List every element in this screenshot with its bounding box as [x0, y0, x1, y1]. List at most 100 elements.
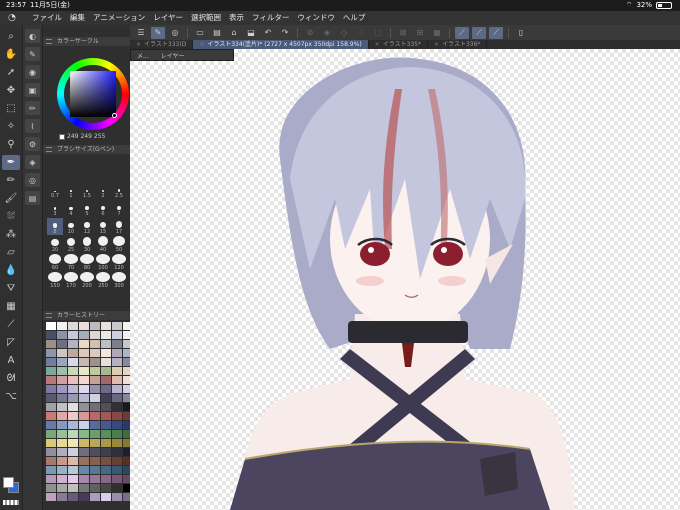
merge-icon[interactable]: ♢ — [354, 27, 368, 39]
brush-size-cell[interactable]: 100 — [95, 254, 111, 271]
color-history-swatch[interactable] — [46, 493, 56, 501]
figure-tool-icon[interactable]: ⟋ — [2, 317, 20, 332]
color-history-swatch[interactable] — [57, 466, 67, 474]
menu-window[interactable]: ウィンドウ — [293, 11, 339, 25]
pen-tool-icon[interactable]: ✒ — [2, 155, 20, 170]
airbrush-tool-icon[interactable]: ⛆ — [2, 209, 20, 224]
brush-size-cell[interactable]: 60 — [47, 254, 63, 271]
color-history-swatch[interactable] — [46, 331, 56, 339]
color-history-swatch[interactable] — [112, 385, 122, 393]
navigator-icon[interactable]: ◎ — [25, 173, 40, 187]
operation-tool-icon[interactable]: ➚ — [2, 65, 20, 80]
brush-size-cell[interactable]: 2.5 — [111, 182, 127, 199]
color-history-swatch[interactable] — [79, 394, 89, 402]
frame-tool-icon[interactable]: ◸ — [2, 335, 20, 350]
ink-subtool-icon[interactable]: ◉ — [25, 65, 40, 79]
color-history-swatch[interactable] — [90, 385, 100, 393]
menu-filter[interactable]: フィルター — [248, 11, 293, 25]
color-history-swatch[interactable] — [68, 367, 78, 375]
brush-size-cell[interactable]: 2 — [95, 182, 111, 199]
hamburger-menu-icon[interactable]: ☰ — [134, 27, 148, 39]
color-history-swatch[interactable] — [79, 475, 89, 483]
tool-property-icon[interactable]: ⚙ — [25, 137, 40, 151]
color-history-swatch[interactable] — [101, 475, 111, 483]
color-history-swatch[interactable] — [79, 412, 89, 420]
brush-size-cell[interactable]: 7 — [111, 200, 127, 217]
pencil-subtool-icon[interactable]: ✏ — [25, 101, 40, 115]
color-history-swatch[interactable] — [68, 349, 78, 357]
color-history-swatch[interactable] — [57, 394, 67, 402]
color-history-swatch[interactable] — [46, 367, 56, 375]
color-history-swatch[interactable] — [112, 439, 122, 447]
brush-size-cell[interactable]: 3 — [47, 200, 63, 217]
color-history-swatch[interactable] — [57, 430, 67, 438]
snap-special-ruler-icon[interactable]: ⟋ — [472, 26, 486, 39]
color-wheel[interactable] — [57, 58, 129, 130]
edit-toggle-icon[interactable]: ✎ — [151, 26, 165, 39]
blend-tool-icon[interactable]: 💧 — [2, 263, 20, 278]
auto-select-icon[interactable]: ✧ — [2, 119, 20, 134]
brush-size-cell[interactable]: 30 — [79, 236, 95, 253]
color-history-swatch[interactable] — [46, 340, 56, 348]
color-history-swatch[interactable] — [68, 322, 78, 330]
menu-layer[interactable]: レイヤー — [149, 11, 187, 25]
brush-size-cell[interactable]: 200 — [79, 272, 95, 289]
brush-size-cell[interactable]: 10 — [63, 218, 79, 235]
color-history-swatch[interactable] — [90, 358, 100, 366]
color-history-swatch[interactable] — [46, 376, 56, 384]
color-history-swatch[interactable] — [101, 376, 111, 384]
menu-view[interactable]: 表示 — [225, 11, 248, 25]
color-history-swatch[interactable] — [90, 484, 100, 492]
color-history-swatch[interactable] — [79, 403, 89, 411]
color-history-swatch[interactable] — [101, 403, 111, 411]
color-history-swatch[interactable] — [79, 421, 89, 429]
color-history-swatch[interactable] — [68, 457, 78, 465]
color-history-swatch[interactable] — [101, 340, 111, 348]
brush-size-cell[interactable]: 70 — [63, 254, 79, 271]
color-history-swatch[interactable] — [46, 394, 56, 402]
close-icon[interactable]: ✕ — [199, 40, 204, 49]
color-history-swatch[interactable] — [46, 358, 56, 366]
color-history-swatch[interactable] — [101, 349, 111, 357]
save-icon[interactable]: ⌂ — [227, 27, 241, 39]
color-history-swatch[interactable] — [79, 439, 89, 447]
color-history-swatch[interactable] — [101, 421, 111, 429]
menu-selection[interactable]: 選択範囲 — [187, 11, 225, 25]
sub-view-popup[interactable]: メ... レイヤー — [130, 49, 234, 61]
color-history-swatch[interactable] — [101, 358, 111, 366]
marker-subtool-icon[interactable]: ▣ — [25, 83, 40, 97]
color-history-swatch[interactable] — [90, 466, 100, 474]
eyedropper-icon[interactable]: ⚲ — [2, 137, 20, 152]
brush-size-cell[interactable]: 40 — [95, 236, 111, 253]
color-history-swatch[interactable] — [112, 457, 122, 465]
brush-size-cell[interactable]: 12 — [79, 218, 95, 235]
color-history-swatch[interactable] — [112, 421, 122, 429]
pencil-tool-icon[interactable]: ✏ — [2, 173, 20, 188]
color-history-swatch[interactable] — [112, 331, 122, 339]
color-history-swatch[interactable] — [46, 403, 56, 411]
eraser-tool-icon[interactable]: ▱ — [2, 245, 20, 260]
color-history-swatch[interactable] — [101, 457, 111, 465]
pen-subtool-icon[interactable]: ◐ — [25, 29, 40, 43]
move-layer-icon[interactable]: ✥ — [2, 83, 20, 98]
popup-left-label[interactable]: メ... — [131, 51, 155, 60]
color-history-swatch[interactable] — [57, 412, 67, 420]
snap-icon[interactable]: ⊠ — [396, 27, 410, 39]
color-history-swatch[interactable] — [90, 421, 100, 429]
color-history-swatch[interactable] — [68, 484, 78, 492]
color-history-swatch[interactable] — [68, 340, 78, 348]
color-history-swatch[interactable] — [101, 322, 111, 330]
brush-size-cell[interactable]: 20 — [47, 236, 63, 253]
brush-size-cell[interactable]: 120 — [111, 254, 127, 271]
brush-subtool-icon[interactable]: ⌇ — [25, 119, 40, 133]
layer-property-icon[interactable]: ◈ — [25, 155, 40, 169]
color-history-swatch[interactable] — [112, 475, 122, 483]
color-history-swatch[interactable] — [101, 394, 111, 402]
saturation-value-square[interactable] — [70, 71, 116, 117]
color-history-swatch[interactable] — [68, 475, 78, 483]
ruler-icon[interactable]: ▦ — [430, 27, 444, 39]
color-history-swatch[interactable] — [79, 385, 89, 393]
color-history-swatch[interactable] — [68, 412, 78, 420]
color-history-swatch[interactable] — [46, 448, 56, 456]
correct-line-icon[interactable]: ⌥ — [2, 389, 20, 404]
